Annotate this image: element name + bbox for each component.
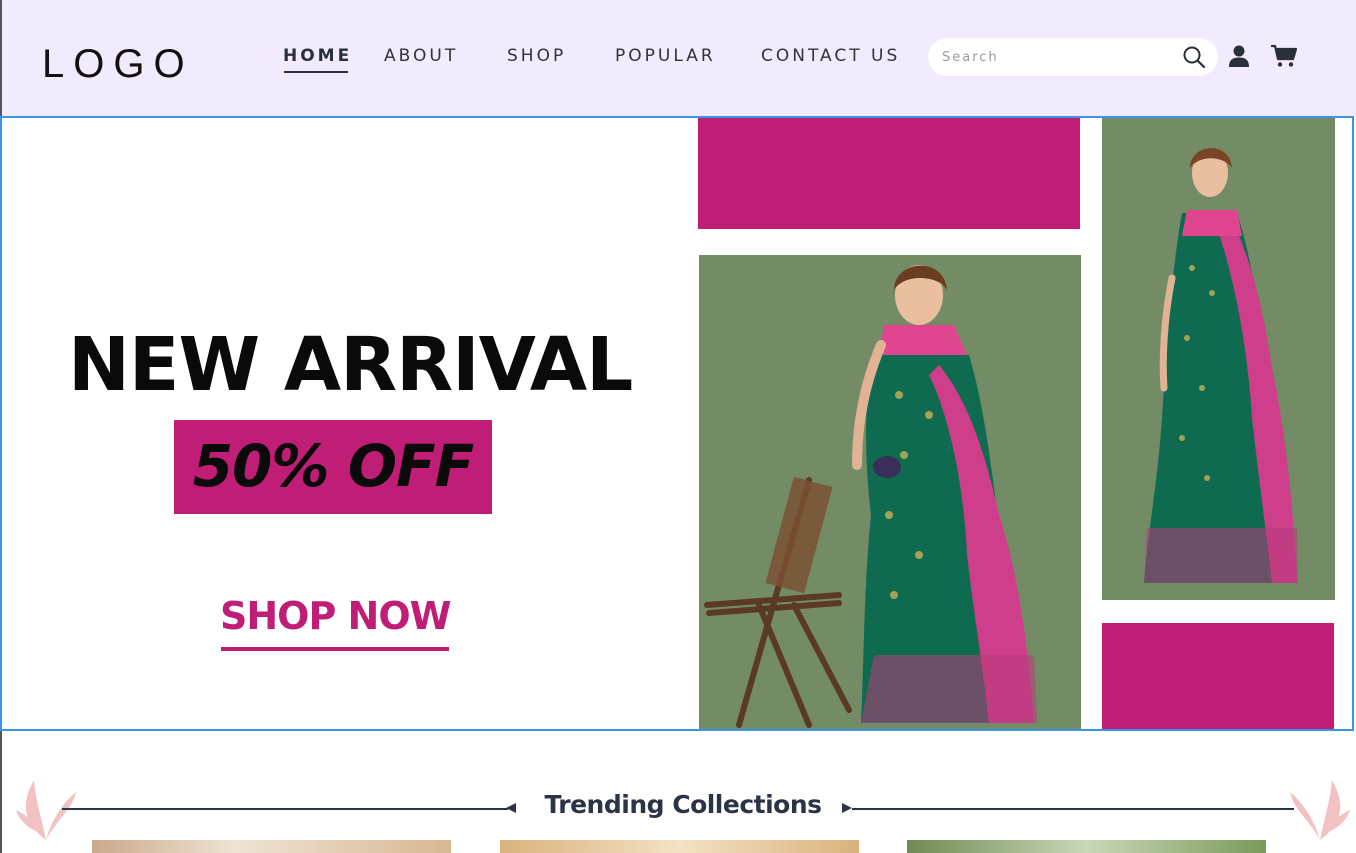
model-photo-side: [1102, 118, 1335, 600]
search-input[interactable]: [942, 47, 1172, 67]
site-header: LOGO HOME ABOUT SHOP POPULAR CONTACT US: [2, 0, 1356, 117]
shop-now-underline: [221, 647, 449, 651]
nav-home[interactable]: HOME: [283, 46, 352, 66]
user-icon[interactable]: [1228, 44, 1250, 68]
collection-card[interactable]: [500, 840, 859, 853]
cart-icon[interactable]: [1270, 44, 1298, 68]
hero-banner: NEW ARRIVAL 50% OFF SHOP NOW: [0, 116, 1354, 731]
collection-card[interactable]: [907, 840, 1266, 853]
nav-contact-us[interactable]: CONTACT US: [761, 46, 900, 66]
nav-popular[interactable]: POPULAR: [615, 46, 716, 66]
hero-headline: NEW ARRIVAL: [68, 322, 633, 408]
section-title-trending: Trending Collections: [544, 790, 822, 819]
nav-shop[interactable]: SHOP: [507, 46, 566, 66]
nav-about[interactable]: ABOUT: [384, 46, 458, 66]
model-photo-main: [699, 255, 1081, 729]
decor-block-top: [698, 118, 1080, 229]
nav-active-underline: [284, 71, 348, 73]
offer-badge: 50% OFF: [174, 420, 492, 514]
offer-text: 50% OFF: [192, 432, 475, 500]
search-icon[interactable]: [1182, 45, 1206, 69]
section-divider-right: [852, 808, 1294, 810]
collection-card[interactable]: [92, 840, 451, 853]
site-logo[interactable]: LOGO: [42, 42, 194, 87]
shop-now-button[interactable]: SHOP NOW: [220, 594, 452, 638]
search-bar: [928, 38, 1218, 76]
decor-block-bottom: [1102, 623, 1334, 729]
arrow-right-icon: [842, 803, 852, 813]
